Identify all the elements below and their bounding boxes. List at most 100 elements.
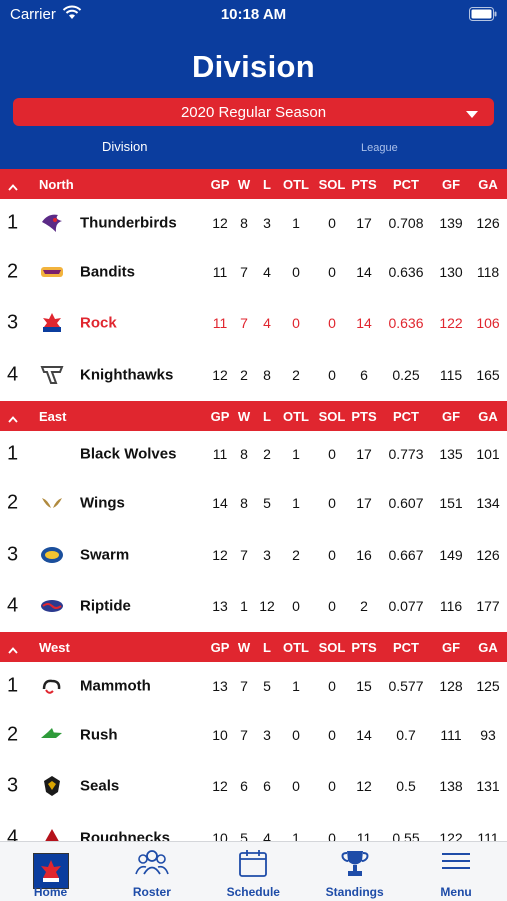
team-name[interactable]: Roughnecks <box>80 829 170 841</box>
team-name[interactable]: Seals <box>80 778 119 795</box>
column-header-pct: PCT <box>386 409 426 424</box>
segment-league[interactable]: League <box>361 142 398 154</box>
stat-gf: 115 <box>431 367 471 383</box>
division-name: East <box>39 409 66 424</box>
column-header-pct: PCT <box>386 640 426 655</box>
tab-roster[interactable]: Roster <box>101 842 202 901</box>
rank-label: 3 <box>7 312 18 335</box>
column-header-gf: GF <box>431 177 471 192</box>
rank-label: 1 <box>7 211 18 234</box>
stat-ga: 101 <box>468 446 507 462</box>
stat-pct: 0.577 <box>386 678 426 694</box>
stat-gf: 122 <box>431 830 471 841</box>
column-header-otl: OTL <box>276 409 316 424</box>
table-row[interactable]: 4Riptide131120020.077116177 <box>0 581 507 633</box>
table-row[interactable]: 1Black Wolves118210170.773135101 <box>0 431 507 478</box>
tab-menu[interactable]: Menu <box>406 842 507 901</box>
team-name[interactable]: Rush <box>80 726 118 743</box>
stat-gf: 111 <box>431 727 471 743</box>
chevron-up-icon[interactable] <box>8 411 18 426</box>
stat-pct: 0.25 <box>386 367 426 383</box>
stat-pts: 15 <box>344 678 384 694</box>
division-name: West <box>39 640 70 655</box>
column-header-pts: PTS <box>344 409 384 424</box>
stat-otl: 1 <box>276 495 316 511</box>
table-row[interactable]: 3Seals126600120.5138131 <box>0 761 507 813</box>
tab-bar: HomeRosterScheduleStandingsMenu <box>0 841 507 901</box>
stat-pct: 0.5 <box>386 778 426 794</box>
column-header-ga: GA <box>468 409 507 424</box>
stat-pct: 0.708 <box>386 215 426 231</box>
stat-pts: 17 <box>344 446 384 462</box>
team-name[interactable]: Riptide <box>80 598 131 615</box>
division-name: North <box>39 177 74 192</box>
chevron-down-icon <box>466 106 478 123</box>
table-row[interactable]: 3Rock117400140.636122106 <box>0 298 507 350</box>
stat-otl: 2 <box>276 367 316 383</box>
team-name[interactable]: Rock <box>80 315 117 332</box>
stat-otl: 1 <box>276 215 316 231</box>
stat-gf: 149 <box>431 547 471 563</box>
tab-schedule[interactable]: Schedule <box>203 842 304 901</box>
team-name[interactable]: Knighthawks <box>80 366 173 383</box>
tab-home[interactable]: Home <box>0 842 101 901</box>
stat-ga: 165 <box>468 367 507 383</box>
calendar-icon <box>238 848 268 883</box>
table-row[interactable]: 4Roughnecks105410110.55122111 <box>0 812 507 841</box>
stat-otl: 0 <box>276 315 316 331</box>
knighthawks-logo <box>40 364 64 386</box>
table-row[interactable]: 3Swarm127320160.667149126 <box>0 529 507 581</box>
stat-ga: 125 <box>468 678 507 694</box>
team-name[interactable]: Black Wolves <box>80 446 176 463</box>
stat-ga: 126 <box>468 547 507 563</box>
season-dropdown[interactable]: 2020 Regular Season <box>13 98 494 126</box>
division-header-west[interactable]: WestGPWLOTLSOLPTSPCTGFGA <box>0 632 507 662</box>
stat-ga: 106 <box>468 315 507 331</box>
stat-gf: 138 <box>431 778 471 794</box>
mammoth-logo <box>40 675 64 697</box>
chevron-up-icon[interactable] <box>8 642 18 657</box>
rank-label: 2 <box>7 723 18 746</box>
column-header-otl: OTL <box>276 640 316 655</box>
home-logo-icon <box>33 848 69 884</box>
stat-gf: 135 <box>431 446 471 462</box>
stat-otl: 2 <box>276 547 316 563</box>
column-header-gf: GF <box>431 640 471 655</box>
stat-pts: 17 <box>344 495 384 511</box>
tab-standings[interactable]: Standings <box>304 842 405 901</box>
stat-otl: 0 <box>276 727 316 743</box>
chevron-up-icon[interactable] <box>8 179 18 194</box>
column-header-pct: PCT <box>386 177 426 192</box>
stat-ga: 126 <box>468 215 507 231</box>
table-row[interactable]: 1Mammoth137510150.577128125 <box>0 662 507 709</box>
stat-gf: 151 <box>431 495 471 511</box>
stat-pts: 17 <box>344 215 384 231</box>
team-name[interactable]: Swarm <box>80 546 129 563</box>
table-row[interactable]: 2Wings148510170.607151134 <box>0 478 507 530</box>
stat-gf: 139 <box>431 215 471 231</box>
rush-logo <box>40 724 64 746</box>
table-row[interactable]: 2Rush107300140.711193 <box>0 709 507 761</box>
stat-pts: 2 <box>344 598 384 614</box>
stat-ga: 134 <box>468 495 507 511</box>
stat-pct: 0.667 <box>386 547 426 563</box>
team-name[interactable]: Mammoth <box>80 677 151 694</box>
stat-otl: 0 <box>276 778 316 794</box>
table-row[interactable]: 4Knighthawks12282060.25115165 <box>0 349 507 401</box>
segment-division[interactable]: Division <box>102 139 148 154</box>
stat-otl: 1 <box>276 830 316 841</box>
standings-list[interactable]: NorthGPWLOTLSOLPTSPCTGFGA1Thunderbirds12… <box>0 169 507 841</box>
team-name[interactable]: Wings <box>80 495 125 512</box>
stat-gf: 116 <box>431 598 471 614</box>
seals-logo <box>40 775 64 797</box>
stat-pts: 14 <box>344 315 384 331</box>
stat-otl: 0 <box>276 598 316 614</box>
team-name[interactable]: Bandits <box>80 263 135 280</box>
stat-otl: 0 <box>276 264 316 280</box>
table-row[interactable]: 1Thunderbirds128310170.708139126 <box>0 199 507 246</box>
team-name[interactable]: Thunderbirds <box>80 214 177 231</box>
division-header-north[interactable]: NorthGPWLOTLSOLPTSPCTGFGA <box>0 169 507 199</box>
division-header-east[interactable]: EastGPWLOTLSOLPTSPCTGFGA <box>0 401 507 431</box>
stat-otl: 1 <box>276 678 316 694</box>
table-row[interactable]: 2Bandits117400140.636130118 <box>0 246 507 298</box>
